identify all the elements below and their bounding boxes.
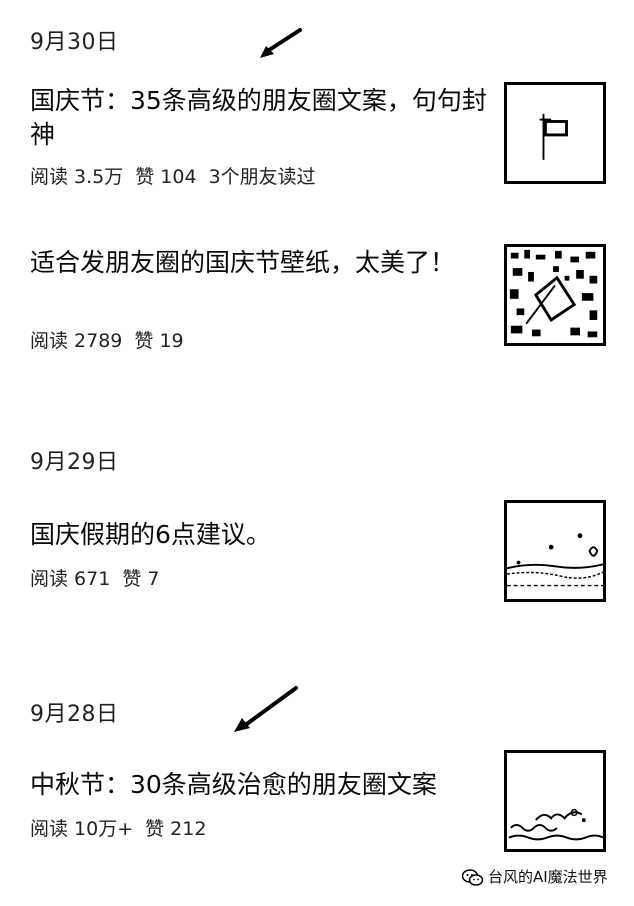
article-title[interactable]: 国庆节：35条高级的朋友圈文案，句句封神 — [30, 84, 490, 152]
date-header: 9月29日 — [30, 450, 119, 475]
article-meta: 阅读 2789 赞 19 — [30, 326, 196, 353]
flag-thumbnail-icon[interactable] — [504, 82, 606, 184]
date-header: 9月28日 — [30, 702, 119, 727]
article-meta: 阅读 10万+ 赞 212 — [30, 814, 218, 841]
article-title[interactable]: 适合发朋友圈的国庆节壁纸，太美了！ — [30, 246, 490, 280]
article-meta: 阅读 671 赞 7 — [30, 564, 171, 591]
like-count: 赞 19 — [134, 330, 184, 352]
friends-read: 3个朋友读过 — [208, 166, 316, 188]
read-count: 阅读 671 — [30, 568, 111, 590]
date-header: 9月30日 — [30, 30, 119, 55]
like-count: 赞 104 — [135, 166, 197, 188]
wechat-icon — [462, 868, 484, 886]
watermark: 台风的AI魔法世界 — [462, 866, 608, 887]
article-title[interactable]: 国庆假期的6点建议。 — [30, 518, 490, 552]
waves-thumbnail-icon[interactable] — [504, 750, 606, 852]
arrow-annotation-icon — [234, 686, 298, 732]
watermark-text: 台风的AI魔法世界 — [488, 868, 608, 886]
read-count: 阅读 10万+ — [30, 818, 134, 840]
read-count: 阅读 2789 — [30, 330, 123, 352]
read-count: 阅读 3.5万 — [30, 166, 124, 188]
arrow-annotation-icon — [260, 28, 302, 58]
like-count: 赞 7 — [122, 568, 160, 590]
article-title[interactable]: 中秋节：30条高级治愈的朋友圈文案 — [30, 768, 490, 802]
wallpaper-thumbnail-icon[interactable] — [504, 244, 606, 346]
article-meta: 阅读 3.5万赞 104 3个朋友读过 — [30, 162, 328, 189]
beach-thumbnail-icon[interactable] — [504, 500, 606, 602]
like-count: 赞 212 — [145, 818, 207, 840]
